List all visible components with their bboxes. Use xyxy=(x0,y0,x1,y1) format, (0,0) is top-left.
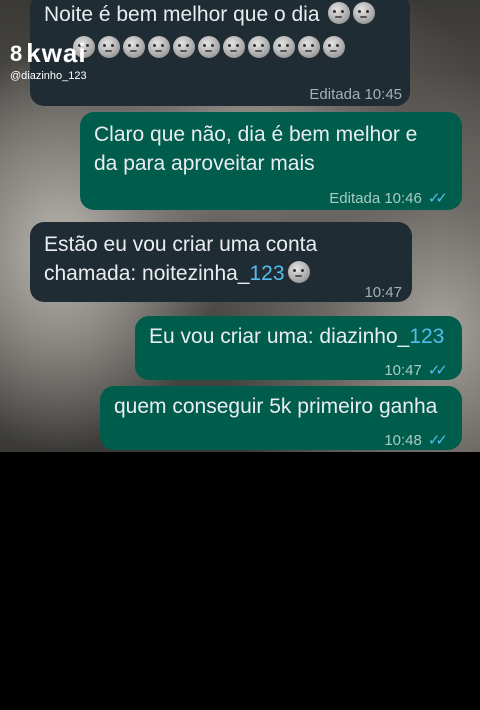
kwai-watermark: 8 kwai xyxy=(10,38,87,69)
double-check-icon: ✓✓ xyxy=(427,362,448,379)
new-moon-face-emoji xyxy=(287,261,310,283)
kwai-logo-text: kwai xyxy=(26,38,87,68)
new-moon-face-emoji xyxy=(353,2,376,24)
new-moon-face-emoji xyxy=(248,36,270,58)
new-moon-face-emoji xyxy=(323,36,345,58)
username-link[interactable]: 123 xyxy=(409,325,444,348)
new-moon-face-emoji xyxy=(223,36,245,58)
message-text-line2: chamada: noitezinha_ xyxy=(44,262,250,285)
message-bubble-incoming[interactable]: Estão eu vou criar uma conta chamada: no… xyxy=(30,222,412,302)
watermark-username: @diazinho_123 xyxy=(10,70,87,82)
message-bubble-outgoing[interactable]: quem conseguir 5k primeiro ganha 10:48 ✓… xyxy=(100,386,462,450)
new-moon-face-emoji xyxy=(173,36,195,58)
message-timestamp: 10:47 xyxy=(364,284,402,301)
message-text-line2: da para aproveitar mais xyxy=(94,152,315,175)
message-text-line1: Claro que não, dia é bem melhor e xyxy=(94,123,418,146)
double-check-icon: ✓✓ xyxy=(427,190,448,207)
message-timestamp: Editada 10:45 xyxy=(309,86,402,103)
new-moon-face-emoji xyxy=(98,36,120,58)
message-text: quem conseguir 5k primeiro ganha xyxy=(114,395,438,418)
double-check-icon: ✓✓ xyxy=(427,432,448,449)
chat-area: Noite é bem melhor que o dia Editada 10:… xyxy=(0,0,480,452)
new-moon-face-emoji xyxy=(328,2,351,24)
new-moon-face-emoji xyxy=(273,36,295,58)
new-moon-face-emoji xyxy=(123,36,145,58)
empty-black-area xyxy=(0,452,480,710)
message-bubble-incoming[interactable]: Noite é bem melhor que o dia Editada 10:… xyxy=(30,0,410,106)
kwai-logo-icon: 8 xyxy=(10,40,23,66)
new-moon-face-emoji xyxy=(298,36,320,58)
new-moon-face-emoji xyxy=(148,36,170,58)
new-moon-face-emoji xyxy=(198,36,220,58)
message-text-line1: Estão eu vou criar uma conta xyxy=(44,233,318,256)
message-timestamp: 10:48 ✓✓ xyxy=(384,426,448,452)
username-link[interactable]: 123 xyxy=(249,262,284,285)
message-timestamp: Editada 10:46 ✓✓ xyxy=(329,184,448,213)
message-timestamp: 10:47 ✓✓ xyxy=(384,356,448,385)
message-text: Eu vou criar uma: diazinho_ xyxy=(149,325,410,348)
emoji-row xyxy=(70,34,345,63)
message-text: Noite é bem melhor que o dia xyxy=(44,3,320,26)
message-bubble-outgoing[interactable]: Claro que não, dia é bem melhor e da par… xyxy=(80,112,462,210)
message-bubble-outgoing[interactable]: Eu vou criar uma: diazinho_123 10:47 ✓✓ xyxy=(135,316,462,380)
